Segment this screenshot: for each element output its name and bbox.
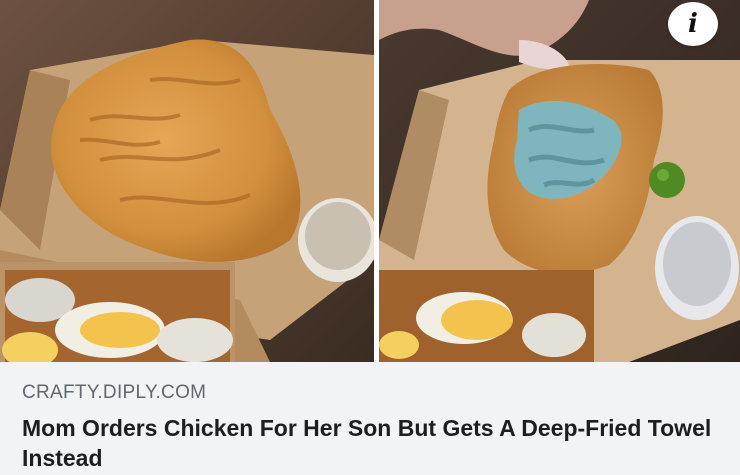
fried-towel-photo: i: [379, 0, 740, 362]
link-headline[interactable]: Mom Orders Chicken For Her Son But Gets …: [22, 413, 722, 473]
info-icon[interactable]: i: [668, 2, 718, 46]
link-preview-card[interactable]: i CRAFTY.DIPLY.COM Mom Orders Chicken Fo…: [0, 0, 740, 475]
link-caption[interactable]: CRAFTY.DIPLY.COM Mom Orders Chicken For …: [0, 362, 740, 475]
fried-chicken-photo: [0, 0, 374, 362]
info-icon-glyph: i: [688, 9, 698, 39]
image-collage[interactable]: i: [0, 0, 740, 362]
link-source-domain: CRAFTY.DIPLY.COM: [22, 382, 207, 403]
